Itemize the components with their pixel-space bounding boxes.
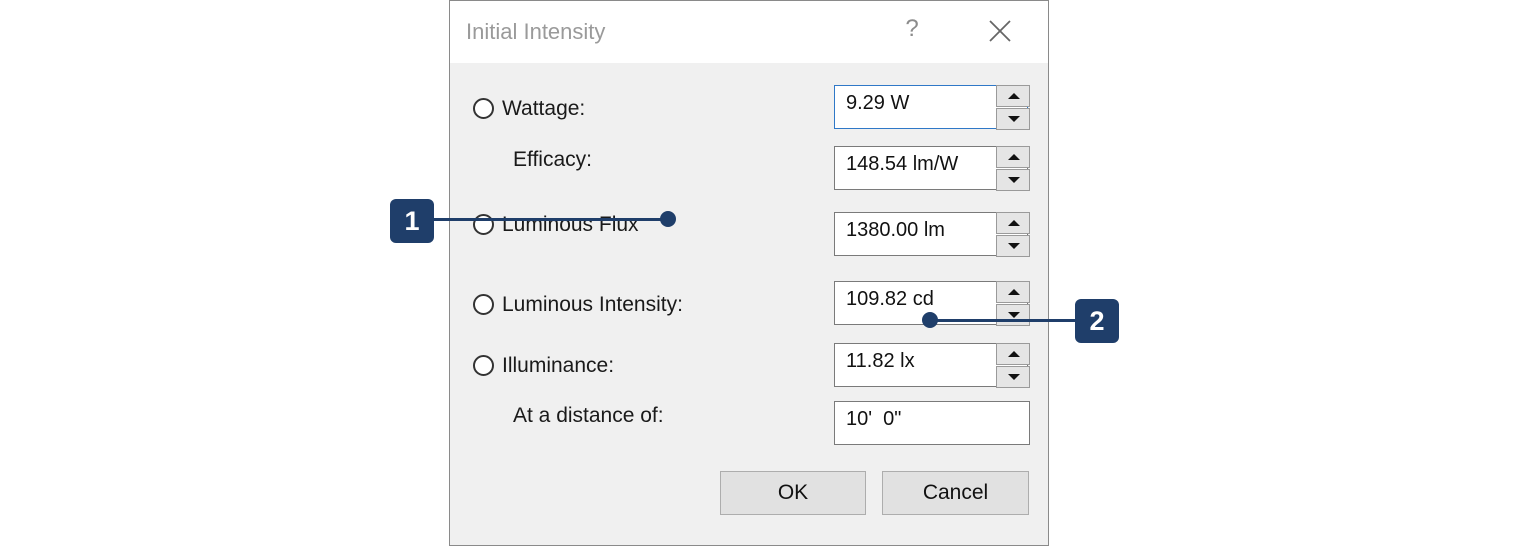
cancel-button[interactable]: Cancel xyxy=(882,471,1029,515)
arrow-up-icon xyxy=(1008,154,1020,160)
efficacy-spinner[interactable] xyxy=(996,146,1030,192)
help-button[interactable]: ? xyxy=(897,15,927,43)
illuminance-label: Illuminance: xyxy=(502,354,615,377)
callout-badge-2: 2 xyxy=(1075,299,1119,343)
luminous-intensity-radio[interactable] xyxy=(473,294,494,315)
callout-badge-1: 1 xyxy=(390,199,434,243)
wattage-spin-down-button[interactable] xyxy=(996,108,1030,130)
arrow-up-icon xyxy=(1008,351,1020,357)
flux-spin-up-button[interactable] xyxy=(996,212,1030,234)
efficacy-spin-down-button[interactable] xyxy=(996,169,1030,191)
distance-label: At a distance of: xyxy=(513,404,664,427)
illuminance-spin-down-button[interactable] xyxy=(996,366,1030,388)
wattage-spinner[interactable] xyxy=(996,85,1030,131)
efficacy-label: Efficacy: xyxy=(513,148,592,171)
luminous-intensity-label: Luminous Intensity: xyxy=(502,293,683,316)
callout-line-2 xyxy=(930,319,1076,322)
illuminance-spin-up-button[interactable] xyxy=(996,343,1030,365)
dialog-title: Initial Intensity xyxy=(466,19,606,44)
arrow-down-icon xyxy=(1008,243,1020,249)
arrow-up-icon xyxy=(1008,289,1020,295)
close-icon[interactable] xyxy=(988,19,1012,43)
illuminance-spinner[interactable] xyxy=(996,343,1030,389)
arrow-up-icon xyxy=(1008,93,1020,99)
arrow-down-icon xyxy=(1008,177,1020,183)
wattage-spin-up-button[interactable] xyxy=(996,85,1030,107)
callout-line-1 xyxy=(434,218,668,221)
flux-spin-down-button[interactable] xyxy=(996,235,1030,257)
intensity-spin-up-button[interactable] xyxy=(996,281,1030,303)
arrow-down-icon xyxy=(1008,312,1020,318)
arrow-up-icon xyxy=(1008,220,1020,226)
distance-field[interactable]: 10' 0" xyxy=(834,401,1030,445)
ok-button[interactable]: OK xyxy=(720,471,866,515)
illuminance-radio[interactable] xyxy=(473,355,494,376)
efficacy-spin-up-button[interactable] xyxy=(996,146,1030,168)
luminous-flux-spinner[interactable] xyxy=(996,212,1030,258)
arrow-down-icon xyxy=(1008,116,1020,122)
wattage-label: Wattage: xyxy=(502,97,586,120)
initial-intensity-dialog: Initial Intensity ? Wattage: 9.29 W Effi… xyxy=(449,0,1049,546)
arrow-down-icon xyxy=(1008,374,1020,380)
title-bar: Initial Intensity ? xyxy=(450,1,1048,63)
wattage-radio[interactable] xyxy=(473,98,494,119)
intensity-spin-down-button[interactable] xyxy=(996,304,1030,326)
luminous-flux-label: Luminous Flux xyxy=(502,213,639,236)
callout-dot-1 xyxy=(660,211,676,227)
